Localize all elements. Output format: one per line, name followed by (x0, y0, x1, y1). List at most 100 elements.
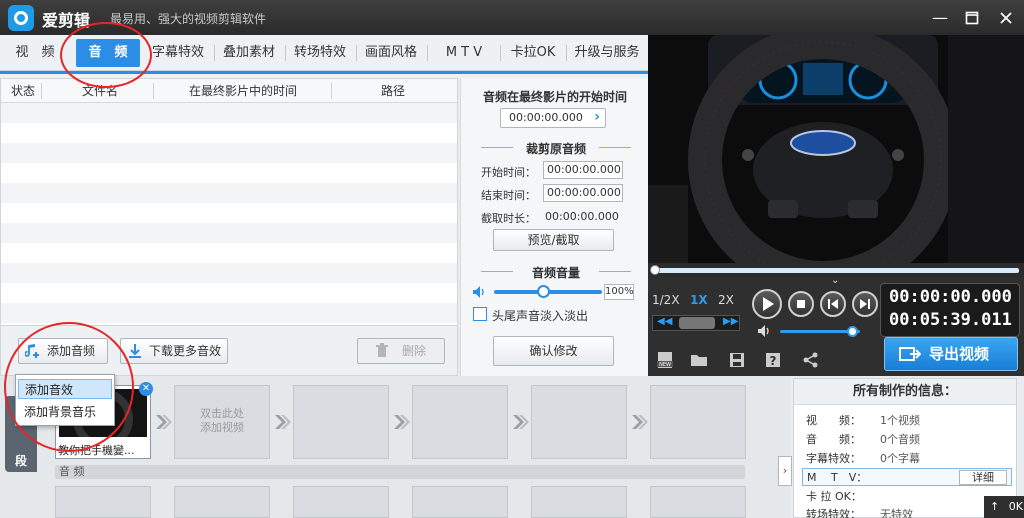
app-title: 爱剪辑 (42, 11, 91, 30)
help-icon[interactable]: ? (764, 351, 782, 369)
svg-text:NEW: NEW (659, 362, 671, 368)
speed-slider[interactable]: ◀◀ ▶▶ (652, 315, 740, 331)
video-preview[interactable] (648, 35, 1024, 263)
col-status[interactable]: 状态 (11, 79, 35, 103)
audio-slot[interactable] (174, 486, 270, 518)
export-video-button[interactable]: 导出视频 (884, 337, 1018, 371)
folder-open-icon[interactable] (690, 351, 708, 369)
summary-key: 音 频： (806, 433, 861, 446)
app-logo-icon (8, 5, 34, 31)
close-icon[interactable] (996, 8, 1016, 28)
seek-track[interactable] (654, 268, 1019, 273)
volume-percent[interactable]: 100% (604, 284, 634, 300)
clip-caption: 教你把手機變... (58, 444, 135, 457)
delete-button[interactable]: 删除 (357, 338, 445, 364)
col-filename[interactable]: 文件名 (82, 79, 118, 103)
tab-separator (500, 45, 501, 61)
end-time-input[interactable]: 00:00:00.000 (543, 184, 623, 202)
summary-row-video: 视 频： 1个视频 (802, 412, 1012, 430)
tab-video[interactable]: 视 频 (6, 35, 64, 71)
start-label: 开始时间： (481, 166, 536, 179)
col-path[interactable]: 路径 (381, 79, 405, 103)
audio-list[interactable]: 状态 文件名 在最终影片中的时间 路径 (0, 78, 458, 326)
volume-slider-handle[interactable] (536, 285, 550, 298)
audio-slot[interactable] (531, 486, 627, 518)
preview-trim-button[interactable]: 预览/截取 (493, 229, 614, 251)
tab-audio[interactable]: 音 频 (76, 39, 140, 67)
player-volume-handle[interactable] (847, 326, 858, 337)
fade-checkbox[interactable] (473, 307, 487, 321)
speed-half[interactable]: 1/2X (652, 293, 680, 307)
add-audio-button[interactable]: 添加音频 (18, 338, 108, 364)
next-frame-button[interactable] (852, 291, 878, 317)
list-row (1, 163, 457, 183)
tab-subtitle-effects[interactable]: 字幕特效 (146, 35, 210, 71)
tab-underline (0, 71, 648, 74)
player-volume-icon[interactable] (758, 325, 772, 337)
tab-separator (214, 45, 215, 61)
download-more-sfx-button[interactable]: 下载更多音效 (120, 338, 228, 364)
start-time-picker[interactable]: 00:00:00.000 (500, 108, 606, 128)
empty-clip-slot[interactable] (650, 385, 746, 459)
chevron-right-icon (275, 415, 291, 429)
menu-item-add-sfx[interactable]: 添加音效 (18, 379, 112, 399)
detail-button[interactable]: 详细 (959, 470, 1007, 485)
col-time[interactable]: 在最终影片中的时间 (189, 79, 297, 103)
list-row (1, 243, 457, 263)
summary-row-transitions: 转场特效： 无特效 (802, 506, 1012, 518)
speed-1x[interactable]: 1X (690, 293, 708, 307)
app-subtitle: 最易用、强大的视频剪辑软件 (110, 12, 267, 26)
audio-settings-panel: 音频在最终影片的开始时间 00:00:00.000 裁剪原音频 开始时间： 00… (460, 78, 648, 376)
menu-item-add-bgm[interactable]: 添加背景音乐 (18, 402, 112, 422)
add-video-slot[interactable]: 双击此处 添加视频 (174, 385, 270, 459)
audio-slot[interactable] (55, 486, 151, 518)
save-icon[interactable] (728, 351, 746, 369)
collapse-panel-button[interactable]: › (778, 456, 792, 486)
speed-2x[interactable]: 2X (718, 293, 734, 307)
new-file-icon[interactable]: NEW (656, 351, 674, 369)
list-row (1, 203, 457, 223)
list-row (1, 183, 457, 203)
audio-slot[interactable] (412, 486, 508, 518)
chevron-down-icon[interactable]: ⌄ (831, 275, 839, 286)
audio-action-bar: 添加音频 下载更多音效 删除 (0, 326, 458, 376)
seek-handle[interactable] (650, 265, 660, 275)
duration-label: 截取时长： (481, 212, 536, 225)
prev-frame-button[interactable] (820, 291, 846, 317)
tab-transition[interactable]: 转场特效 (288, 35, 352, 71)
summary-key: 卡 拉 OK： (806, 490, 862, 503)
start-time-input[interactable]: 00:00:00.000 (543, 161, 623, 179)
tab-upgrade[interactable]: 升级与服务 (568, 35, 646, 71)
remove-clip-icon[interactable]: ✕ (139, 382, 153, 396)
empty-clip-slot[interactable] (412, 385, 508, 459)
speed-slider-handle[interactable] (679, 317, 715, 329)
tab-karaoke[interactable]: 卡拉OK (502, 35, 564, 71)
add-music-icon (25, 344, 39, 358)
share-icon[interactable] (802, 351, 820, 369)
tab-style[interactable]: 画面风格 (359, 35, 423, 71)
summary-value: 1个视频 (880, 414, 920, 427)
status-corner[interactable]: ↑ 0K (984, 496, 1024, 518)
add-audio-label: 添加音频 (47, 344, 96, 358)
list-row (1, 303, 457, 323)
chevron-right-icon (632, 415, 648, 429)
empty-clip-slot[interactable] (531, 385, 627, 459)
confirm-button[interactable]: 确认修改 (493, 336, 614, 366)
tab-mtv[interactable]: M T V (432, 35, 496, 71)
audio-slot[interactable] (650, 486, 746, 518)
export-label: 导出视频 (929, 345, 990, 363)
fast-forward-icon[interactable]: ▶▶ (723, 316, 738, 327)
tab-overlay[interactable]: 叠加素材 (217, 35, 281, 71)
maximize-icon[interactable] (962, 8, 982, 28)
stop-button[interactable] (788, 291, 814, 317)
trim-section-title: 裁剪原音频 (481, 140, 631, 157)
empty-clip-slot[interactable] (293, 385, 389, 459)
rewind-icon[interactable]: ◀◀ (657, 316, 672, 327)
fade-label: 头尾声音淡入淡出 (492, 309, 589, 323)
play-button[interactable] (752, 289, 782, 319)
audio-slot[interactable] (293, 486, 389, 518)
tab-separator (285, 45, 286, 61)
prev-frame-icon (828, 299, 838, 309)
list-header: 状态 文件名 在最终影片中的时间 路径 (1, 79, 457, 103)
minimize-icon[interactable]: — (930, 8, 950, 28)
